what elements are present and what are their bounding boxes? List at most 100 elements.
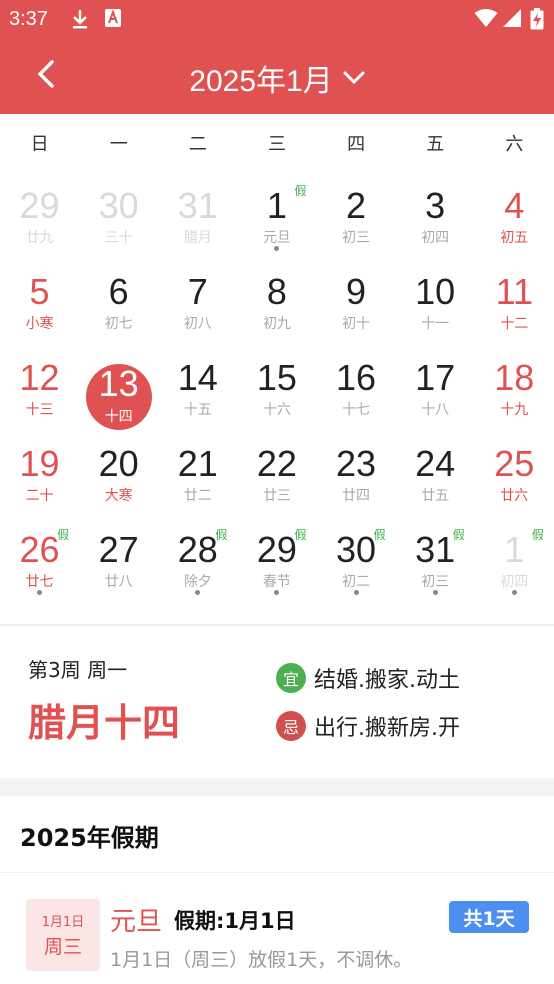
calendar-day[interactable]: 11 十二 bbox=[475, 252, 554, 338]
weekday-header: 日 一 二 三 四 五 六 bbox=[0, 124, 554, 166]
week-info: 第3周 周一 bbox=[28, 658, 128, 682]
calendar-day[interactable]: 30 三十 bbox=[79, 166, 158, 252]
title-bar: 2025年1月 bbox=[0, 38, 554, 114]
calendar-day[interactable]: 6 初七 bbox=[79, 252, 158, 338]
calendar-day[interactable]: 26 廿七假 bbox=[0, 510, 79, 596]
calendar-grid: 29 廿九 30 三十 31 腊月 1 元旦假 2 初三 3 初四 4 初五 5 小寒 6 初七 7 初八 8 初九 9 初十… bbox=[0, 166, 554, 596]
calendar-day[interactable]: 5 小寒 bbox=[0, 252, 79, 338]
holiday-date-box: 1月1日 周三 bbox=[26, 899, 100, 971]
day-number: 19 bbox=[19, 443, 60, 484]
holiday-name: 元旦 bbox=[110, 907, 163, 937]
month-picker[interactable]: 2025年1月 bbox=[0, 56, 554, 100]
calendar-week-row: 26 廿七假 27 廿八 28 除夕假 29 春节假 30 初二假 31 初三假 1 初四假 bbox=[0, 510, 554, 596]
day-number: 30 bbox=[98, 185, 139, 226]
day-number: 6 bbox=[108, 271, 129, 312]
lunar-label: 元旦 bbox=[262, 230, 291, 246]
ji-text: 出行.搬新房.开 bbox=[314, 716, 460, 741]
day-number: 7 bbox=[187, 271, 208, 312]
holiday-weekday: 周三 bbox=[43, 936, 82, 958]
lunar-label: 廿四 bbox=[342, 488, 371, 504]
calendar-day[interactable]: 18 十九 bbox=[475, 338, 554, 424]
day-number: 29 bbox=[19, 185, 60, 226]
calendar-day[interactable]: 7 初八 bbox=[158, 252, 237, 338]
holiday-tag: 假 bbox=[57, 528, 70, 542]
calendar-day[interactable]: 29 廿九 bbox=[0, 166, 79, 252]
calendar-day[interactable]: 21 廿二 bbox=[158, 424, 237, 510]
calendar-day[interactable]: 17 十八 bbox=[396, 338, 475, 424]
calendar-day[interactable]: 1 元旦假 bbox=[237, 166, 316, 252]
weekday-label: 二 bbox=[188, 134, 207, 155]
lunar-label: 初八 bbox=[183, 316, 212, 332]
day-number: 31 bbox=[177, 185, 218, 226]
holiday-tag: 假 bbox=[294, 528, 307, 542]
calendar-day[interactable]: 16 十七 bbox=[317, 338, 396, 424]
calendar-day[interactable]: 29 春节假 bbox=[237, 510, 316, 596]
section-gap bbox=[0, 778, 554, 796]
lunar-label: 初三 bbox=[342, 230, 371, 246]
day-number: 8 bbox=[266, 271, 287, 312]
calendar-day[interactable]: 23 廿四 bbox=[317, 424, 396, 510]
holiday-card[interactable]: 1月1日 周三 元旦 假期:1月1日 共1天 1月1日（周三）放假1天，不调休。 bbox=[0, 873, 554, 984]
battery-charging-icon bbox=[530, 8, 544, 34]
calendar-day[interactable]: 19 二十 bbox=[0, 424, 79, 510]
lunar-label: 十九 bbox=[500, 402, 529, 418]
lunar-label: 腊月 bbox=[183, 230, 212, 246]
lunar-label: 十五 bbox=[183, 402, 212, 418]
calendar-day[interactable]: 20 大寒 bbox=[79, 424, 158, 510]
lunar-label: 初四 bbox=[421, 230, 450, 246]
day-number: 13 bbox=[98, 363, 139, 404]
holiday-tag: 假 bbox=[531, 528, 544, 542]
day-number: 14 bbox=[177, 357, 218, 398]
day-number: 15 bbox=[256, 357, 297, 398]
calendar-day[interactable]: 22 廿三 bbox=[237, 424, 316, 510]
calendar-day[interactable]: 25 廿六 bbox=[475, 424, 554, 510]
lunar-label: 廿九 bbox=[25, 230, 54, 246]
calendar-day[interactable]: 27 廿八 bbox=[79, 510, 158, 596]
event-dot-icon bbox=[353, 590, 359, 595]
calendar-week-row: 5 小寒 6 初七 7 初八 8 初九 9 初十 10 十一 11 十二 bbox=[0, 252, 554, 338]
weekday-label: 六 bbox=[505, 134, 524, 155]
day-number: 2 bbox=[346, 185, 367, 226]
calendar-day[interactable]: 12 十三 bbox=[0, 338, 79, 424]
calendar-day[interactable]: 4 初五 bbox=[475, 166, 554, 252]
lunar-label: 初十 bbox=[342, 316, 371, 332]
calendar-day-selected[interactable]: 13 十四 bbox=[79, 338, 158, 430]
calendar-day[interactable]: 10 十一 bbox=[396, 252, 475, 338]
calendar-day[interactable]: 9 初十 bbox=[317, 252, 396, 338]
weekday-label: 日 bbox=[30, 134, 49, 155]
lunar-label: 初二 bbox=[342, 574, 371, 590]
day-number: 16 bbox=[336, 357, 377, 398]
calendar-day[interactable]: 3 初四 bbox=[396, 166, 475, 252]
day-number: 20 bbox=[98, 443, 139, 484]
day-number: 5 bbox=[29, 271, 50, 312]
lunar-label: 十一 bbox=[421, 316, 450, 332]
calendar-day[interactable]: 31 初三假 bbox=[396, 510, 475, 596]
holiday-tag: 假 bbox=[294, 184, 307, 198]
day-number: 4 bbox=[504, 185, 525, 226]
calendar-day[interactable]: 24 廿五 bbox=[396, 424, 475, 510]
day-info-panel: 第3周 周一 腊月十四 宜 结婚.搬家.动土 忌 出行.搬新房.开 bbox=[0, 626, 554, 778]
lunar-label: 初四 bbox=[500, 574, 529, 590]
lunar-label: 大寒 bbox=[104, 488, 133, 504]
calendar-day[interactable]: 14 十五 bbox=[158, 338, 237, 424]
calendar-day[interactable]: 30 初二假 bbox=[317, 510, 396, 596]
yi-row: 宜 结婚.搬家.动土 bbox=[276, 662, 460, 694]
day-number: 22 bbox=[256, 443, 297, 484]
lunar-label: 除夕 bbox=[183, 574, 212, 590]
calendar-day[interactable]: 1 初四假 bbox=[475, 510, 554, 596]
calendar-day[interactable]: 31 腊月 bbox=[158, 166, 237, 252]
app-notification-icon bbox=[104, 8, 122, 32]
calendar-day[interactable]: 8 初九 bbox=[237, 252, 316, 338]
calendar-week-row: 19 二十 20 大寒 21 廿二 22 廿三 23 廿四 24 廿五 25 廿六 bbox=[0, 424, 554, 510]
event-dot-icon bbox=[274, 246, 280, 251]
day-number: 25 bbox=[494, 443, 535, 484]
ji-row: 忌 出行.搬新房.开 bbox=[276, 710, 460, 742]
calendar-day[interactable]: 15 十六 bbox=[237, 338, 316, 424]
day-number: 18 bbox=[494, 357, 535, 398]
lunar-label: 二十 bbox=[25, 488, 54, 504]
calendar-day[interactable]: 2 初三 bbox=[317, 166, 396, 252]
lunar-label: 初五 bbox=[500, 230, 529, 246]
calendar-day[interactable]: 28 除夕假 bbox=[158, 510, 237, 596]
weekday-label: 四 bbox=[347, 134, 366, 155]
holiday-date: 1月1日 bbox=[41, 915, 85, 930]
